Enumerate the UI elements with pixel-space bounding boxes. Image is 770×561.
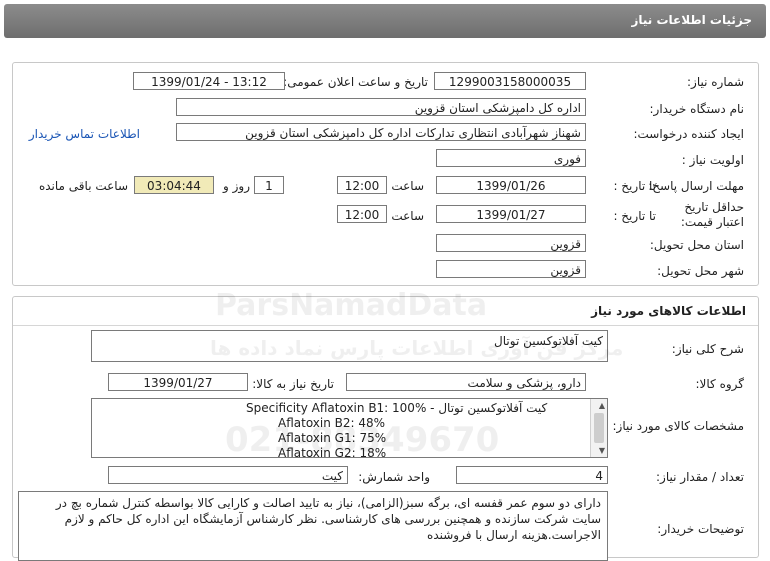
validity-date-field[interactable]: 1399/01/27 [436, 205, 586, 223]
remaining-label: ساعت باقی مانده [38, 179, 128, 193]
buyer-notes-label: توضیحات خریدار: [657, 522, 744, 536]
page-title: جزئیات اطلاعات نیاز [631, 13, 752, 27]
validity-time-field[interactable]: 12:00 [337, 205, 387, 223]
specs-scrollbar[interactable]: ▲ ▼ [590, 399, 607, 457]
scroll-thumb[interactable] [594, 413, 604, 443]
validity-time-label: ساعت [391, 209, 424, 223]
days-label: روز و [223, 179, 250, 193]
validity-to-date-label: تا تاریخ : [613, 209, 656, 223]
page-title-bar: جزئیات اطلاعات نیاز [4, 4, 766, 38]
specs-listbox[interactable]: ▲ ▼ کیت آفلاتوکسین توتال - Specificity A… [91, 398, 608, 458]
province-label: استان محل تحویل: [649, 238, 744, 252]
city-field[interactable]: قزوین [436, 260, 586, 278]
spec-line: Aflatoxin B2: 48% [278, 416, 386, 430]
buyer-org-field[interactable]: اداره کل دامپزشکی استان قزوین [176, 98, 586, 116]
days-field[interactable]: 1 [254, 176, 284, 194]
scroll-down-icon[interactable]: ▼ [599, 446, 605, 455]
goods-section-title: اطلاعات کالاهای مورد نیاز [591, 304, 746, 318]
reply-deadline-label: مهلت ارسال پاسخ: [648, 179, 744, 193]
need-date-field[interactable]: 1399/01/27 [108, 373, 248, 391]
priority-field[interactable]: فوری [436, 149, 586, 167]
unit-field[interactable]: کیت [108, 466, 348, 484]
need-number-label: شماره نیاز: [687, 75, 744, 89]
goods-section-divider [13, 325, 758, 326]
spec-line: کیت آفلاتوکسین توتال - Specificity Aflat… [246, 401, 548, 415]
province-field[interactable]: قزوین [436, 234, 586, 252]
reply-date-field[interactable]: 1399/01/26 [436, 176, 586, 194]
summary-field[interactable]: کیت آفلاتوکسین توتال [91, 330, 608, 362]
scroll-up-icon[interactable]: ▲ [599, 401, 605, 410]
announce-label: تاریخ و ساعت اعلان عمومی: [283, 75, 428, 89]
need-number-field[interactable]: 1299003158000035 [434, 72, 586, 90]
validity-label: حداقل تاریخ اعتبار قیمت: [680, 200, 744, 229]
spec-line: Aflatoxin G1: 75% [278, 431, 387, 445]
spec-line: Aflatoxin G2: 18% [278, 446, 387, 458]
buyer-contact-link[interactable]: اطلاعات تماس خریدار [29, 127, 140, 141]
summary-label: شرح کلی نیاز: [671, 342, 744, 356]
group-field[interactable]: دارو، پزشکی و سلامت [346, 373, 586, 391]
quantity-label: تعداد / مقدار نیاز: [656, 470, 744, 484]
need-date-label: تاریخ نیاز به کالا: [252, 377, 334, 391]
buyer-notes-field[interactable]: دارای دو سوم عمر قفسه ای، برگه سبز(الزام… [18, 491, 608, 561]
priority-label: اولویت نیاز : [681, 153, 744, 167]
reply-to-date-label: تا تاریخ : [613, 179, 656, 193]
goods-info-panel: اطلاعات کالاهای مورد نیاز شرح کلی نیاز: … [12, 296, 759, 561]
creator-field[interactable]: شهناز شهرآبادی انتظاری تدارکات اداره کل … [176, 123, 586, 141]
reply-time-label: ساعت [391, 179, 424, 193]
creator-label: ایجاد کننده درخواست: [633, 127, 744, 141]
city-label: شهر محل تحویل: [657, 264, 744, 278]
group-label: گروه کالا: [695, 377, 745, 391]
specs-label: مشخصات کالای مورد نیاز: [612, 419, 744, 433]
announce-datetime-field[interactable]: 1399/01/24 - 13:12 [133, 72, 285, 90]
unit-label: واحد شمارش: [358, 470, 430, 484]
buyer-org-label: نام دستگاه خریدار: [649, 102, 745, 116]
reply-time-field[interactable]: 12:00 [337, 176, 387, 194]
remaining-time-field: 03:04:44 [134, 176, 214, 194]
specs-lines: کیت آفلاتوکسین توتال - Specificity Aflat… [96, 401, 585, 458]
need-info-panel: شماره نیاز: 1299003158000035 تاریخ و ساع… [12, 62, 759, 286]
quantity-field[interactable]: 4 [456, 466, 608, 484]
